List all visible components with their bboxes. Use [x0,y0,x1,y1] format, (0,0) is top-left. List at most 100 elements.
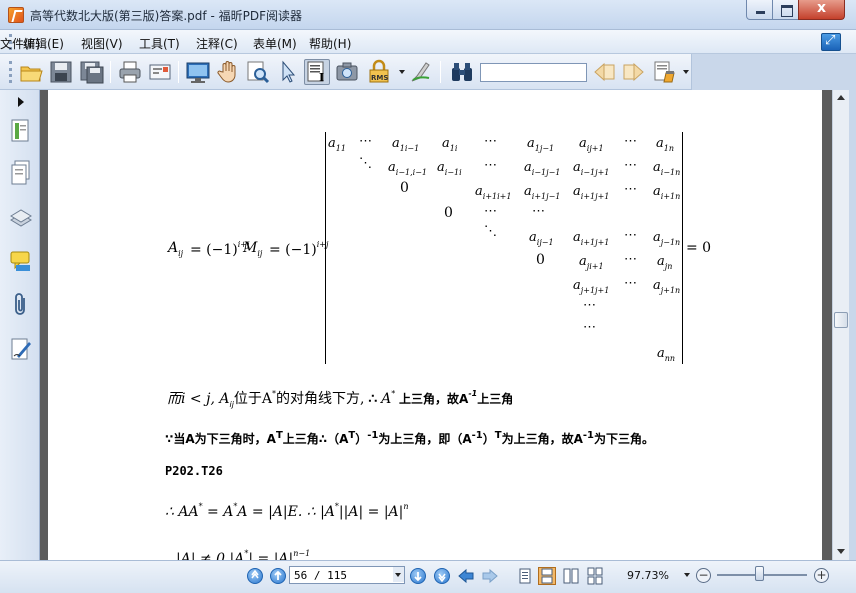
forward-arrow-icon[interactable] [481,567,499,585]
status-bar: 97.73% − + [0,560,856,593]
zoom-slider-thumb[interactable] [755,566,764,581]
previous-page-icon[interactable] [270,568,286,584]
matrix-entry: aij+1 [579,136,604,153]
back-arrow-icon[interactable] [457,567,475,585]
comments-icon[interactable] [9,248,33,274]
matrix-entry: ajn [657,254,673,271]
text-select-icon[interactable]: I [304,59,330,85]
matrix-zero: 0 [444,205,453,221]
maximize-button[interactable] [772,0,799,20]
sidebar-toggle-icon[interactable] [11,93,31,111]
section-heading: P202.T26 [165,464,223,478]
single-page-view-icon[interactable] [516,567,534,585]
document-viewport[interactable]: Aij = (−1)i+j Mij = (−1)i+j = 0 a11 ⋯ a1… [40,90,832,560]
menu-comment[interactable]: 注释(C) [196,35,238,52]
rms-dropdown-arrow-icon[interactable] [399,70,405,74]
matrix-entry: aij−1 [529,230,554,247]
zoom-tool-icon[interactable] [245,59,271,85]
hand-tool-icon[interactable] [215,59,241,85]
matrix-hdots: ⋯ [583,320,596,335]
navigation-sidebar [0,90,40,560]
fullscreen-icon[interactable] [185,59,211,85]
toolbar-separator [440,61,441,83]
next-result-icon[interactable] [621,59,647,85]
matrix-hdots: ⋯ [532,204,545,219]
highlight-dropdown-arrow-icon[interactable] [683,70,689,74]
page-dropdown-icon[interactable] [393,567,404,582]
matrix-hdots: ⋯ [624,182,637,197]
menu-bar: 文件(F) 编辑(E) 视图(V) 工具(T) 注释(C) 表单(M) 帮助(H… [0,30,856,54]
last-page-icon[interactable] [434,568,450,584]
find-binoculars-icon[interactable] [449,59,475,85]
equation-eq2: = (−1)i+j [269,240,329,258]
pages-icon[interactable] [9,160,33,186]
matrix-entry: aj+1n [653,278,681,295]
zoom-dropdown-icon[interactable] [684,573,690,577]
matrix-hdots: ⋯ [484,134,497,149]
scroll-thumb[interactable] [834,312,848,328]
matrix-ddots: ⋱ [359,156,372,171]
text-line-2: ∵当A为下三角时，AT上三角∴（AT）-1为上三角，即（A-1）T为上三角，故A… [165,430,655,446]
main-toolbar: I RMS [0,54,692,90]
continuous-view-icon[interactable] [538,567,556,585]
matrix-entry: ai+1j+1 [573,230,610,247]
highlight-icon[interactable] [652,59,678,85]
zoom-in-icon[interactable]: + [814,568,829,583]
save-as-icon[interactable] [79,59,105,85]
scroll-up-icon[interactable] [837,95,845,100]
equation-rhs: = 0 [686,240,712,256]
app-logo-icon [8,7,24,23]
matrix-hdots: ⋯ [624,252,637,267]
vertical-scrollbar[interactable] [832,90,849,560]
layers-icon[interactable] [9,204,33,230]
menu-tools[interactable]: 工具(T) [139,35,180,52]
matrix-entry: ann [657,346,676,363]
search-input[interactable] [480,63,587,82]
title-bar: 高等代数北大版(第三版)答案.pdf - 福昕PDF阅读器 x [0,0,856,30]
minimize-button[interactable] [746,0,773,20]
signatures-icon[interactable] [9,336,33,362]
facing-view-icon[interactable] [562,567,580,585]
matrix-hdots: ⋯ [484,204,497,219]
snapshot-icon[interactable] [334,59,360,85]
previous-result-icon[interactable] [591,59,617,85]
zoom-level[interactable]: 97.73% [627,569,669,582]
scroll-down-icon[interactable] [837,549,845,554]
expand-icon[interactable] [821,33,841,51]
rms-lock-icon[interactable]: RMS [366,59,392,85]
matrix-entry: ai−1,i−1 [388,160,428,177]
sign-icon[interactable] [408,59,434,85]
matrix-entry: aj−1n [653,230,681,247]
menu-view[interactable]: 视图(V) [81,35,123,52]
window-title: 高等代数北大版(第三版)答案.pdf - 福昕PDF阅读器 [30,9,302,23]
window-right-edge [849,54,856,560]
continuous-facing-view-icon[interactable] [586,567,604,585]
menu-edit[interactable]: 编辑(E) [23,35,64,52]
next-page-icon[interactable] [410,568,426,584]
matrix-hdots: ⋯ [484,158,497,173]
toolbar-grip[interactable] [9,61,12,83]
matrix-entry: ai−1j+1 [573,160,610,177]
open-folder-icon[interactable] [18,59,44,85]
attachments-icon[interactable] [9,292,33,318]
matrix-hdots: ⋯ [624,276,637,291]
first-page-icon[interactable] [247,568,263,584]
email-icon[interactable] [147,59,173,85]
matrix-entry: ai+1j+1 [573,184,610,201]
text-line-5: |A| ≠ 0 |A*| = |A|n−1 [176,549,311,560]
matrix-entry: ai+1n [653,184,681,201]
toolbar-separator [178,61,179,83]
matrix-entry: ai−1i [437,160,462,177]
menu-form[interactable]: 表单(M) [253,35,297,52]
bookmarks-icon[interactable] [9,118,33,144]
matrix-hdots: ⋯ [583,298,596,313]
menu-help[interactable]: 帮助(H) [309,35,351,52]
save-icon[interactable] [48,59,74,85]
print-icon[interactable] [117,59,143,85]
page-number-input[interactable] [289,566,405,584]
zoom-out-icon[interactable]: − [696,568,711,583]
text-line-1: 而i < j, Aij位于A*的对角线下方, ∴ A* 上三角，故A-1上三角 [167,389,514,409]
select-arrow-icon[interactable] [275,59,301,85]
matrix-hdots: ⋯ [624,158,637,173]
close-button[interactable]: x [798,0,845,20]
